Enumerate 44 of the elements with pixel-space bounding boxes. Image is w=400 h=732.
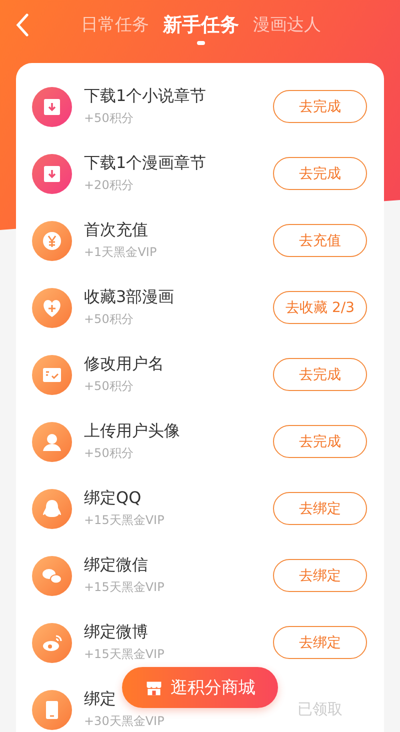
yen-icon <box>32 220 72 260</box>
task-reward: +15天黑金VIP <box>84 646 166 663</box>
tray-icon <box>32 154 72 194</box>
task-title: 绑定QQ <box>84 488 142 509</box>
card-icon <box>32 354 72 394</box>
task-reward: +30天黑金VIP <box>84 713 166 730</box>
task-reward: +50积分 <box>84 110 134 127</box>
task-action-button[interactable]: 去充值 <box>273 224 367 257</box>
task-title: 修改用户名 <box>84 354 165 375</box>
tab[interactable]: 新手任务 <box>163 12 239 46</box>
task-action-button[interactable]: 去完成 <box>273 90 367 123</box>
task-title: 上传用户头像 <box>84 421 181 442</box>
task-action-button[interactable]: 去绑定 <box>273 559 367 592</box>
points-mall-button[interactable]: 逛积分商城 <box>122 667 278 708</box>
task-reward: +50积分 <box>84 378 134 395</box>
task-reward: +1天黑金VIP <box>84 244 158 261</box>
tab[interactable]: 漫画达人 <box>253 12 321 46</box>
task-title: 绑定微博 <box>84 622 149 643</box>
task-title: 首次充值 <box>84 220 149 241</box>
task-reward: +50积分 <box>84 445 134 462</box>
task-action-button[interactable]: 去完成 <box>273 358 367 391</box>
task-action-button[interactable]: 去完成 <box>273 157 367 190</box>
task-action-button[interactable]: 去绑定 <box>273 626 367 659</box>
task-title: 下载1个漫画章节 <box>84 153 208 174</box>
store-icon <box>144 678 162 696</box>
task-reward: +15天黑金VIP <box>84 512 166 529</box>
person-icon <box>32 422 72 462</box>
task-reward: +50积分 <box>84 311 134 328</box>
task-action-button[interactable]: 去绑定 <box>273 492 367 525</box>
task-action-button[interactable]: 去收藏 2/3 <box>273 291 367 324</box>
task-action-button[interactable]: 去完成 <box>273 425 367 458</box>
chat-icon <box>32 556 72 596</box>
task-title: 下载1个小说章节 <box>84 86 208 107</box>
tab[interactable]: 日常任务 <box>81 12 149 46</box>
task-title: 收藏3部漫画 <box>84 287 176 308</box>
task-reward: +15天黑金VIP <box>84 579 166 596</box>
tray-icon <box>32 86 72 126</box>
back-icon[interactable] <box>15 13 29 37</box>
task-reward: +20积分 <box>84 177 134 194</box>
task-title: 绑定微信 <box>84 555 149 576</box>
penguin-icon <box>32 488 72 528</box>
task-title: 绑定 <box>84 689 117 710</box>
eye-icon <box>32 622 72 662</box>
phone-icon <box>32 690 72 730</box>
